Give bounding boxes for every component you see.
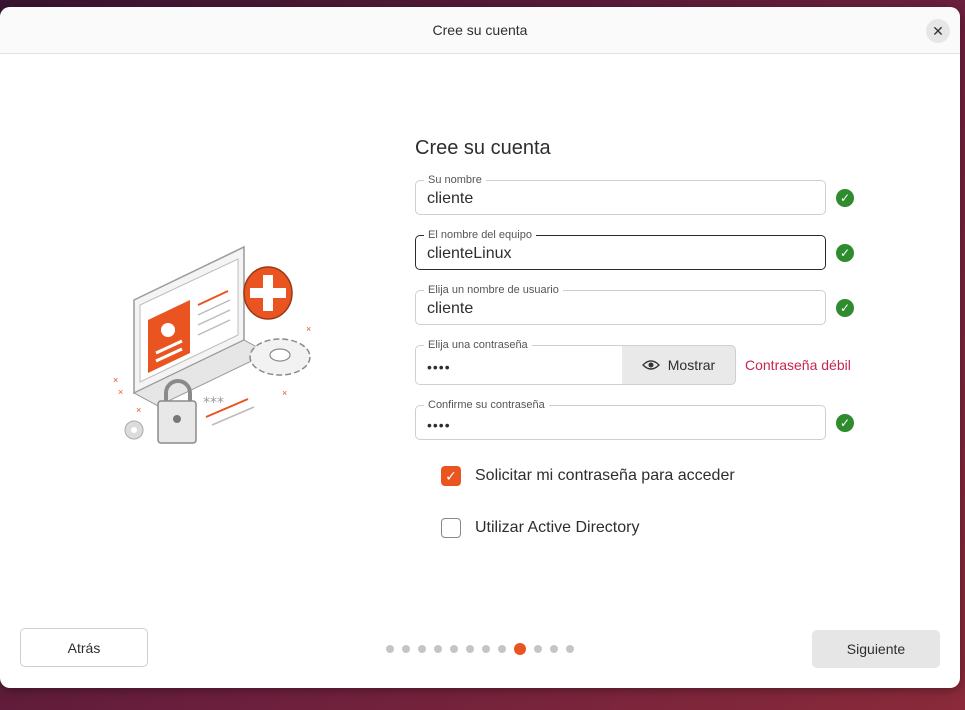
step-dot: [498, 645, 506, 653]
username-label: Elija un nombre de usuario: [424, 284, 563, 297]
show-password-button[interactable]: Mostrar: [622, 345, 736, 385]
step-dot: [418, 645, 426, 653]
show-password-label: Mostrar: [667, 357, 716, 373]
require-password-checkbox[interactable]: ✓: [441, 466, 461, 486]
eye-icon: [641, 360, 660, 370]
svg-text:×: ×: [306, 324, 311, 334]
step-dot: [386, 645, 394, 653]
require-password-label[interactable]: Solicitar mi contraseña para acceder: [475, 467, 735, 485]
form-heading: Cree su cuenta: [415, 137, 551, 159]
active-directory-label[interactable]: Utilizar Active Directory: [475, 519, 639, 537]
full-name-field[interactable]: Su nombre cliente: [415, 174, 826, 215]
step-dot: [402, 645, 410, 653]
step-dot: [514, 643, 526, 655]
step-dot: [434, 645, 442, 653]
password-value: ••••: [427, 359, 451, 375]
title-bar: Cree su cuenta ✕: [0, 7, 960, 54]
full-name-value: cliente: [427, 190, 474, 207]
password-label: Elija una contraseña: [424, 339, 532, 352]
confirm-password-label: Confirme su contraseña: [424, 399, 549, 412]
confirm-password-field[interactable]: Confirme su contraseña ••••: [415, 399, 826, 440]
confirm-password-value: ••••: [427, 417, 451, 433]
computer-name-field[interactable]: El nombre del equipo clienteLinux: [415, 229, 826, 270]
svg-text:***: ***: [203, 395, 224, 411]
step-indicator: [386, 643, 574, 655]
svg-text:×: ×: [136, 405, 141, 415]
computer-name-valid-icon: ✓: [836, 244, 854, 262]
close-button[interactable]: ✕: [926, 19, 950, 43]
step-dot: [550, 645, 558, 653]
password-strength: Contraseña débil: [745, 357, 851, 373]
svg-text:×: ×: [282, 388, 287, 398]
svg-text:×: ×: [118, 387, 123, 397]
step-dot: [482, 645, 490, 653]
computer-name-value: clienteLinux: [427, 245, 512, 262]
window-title: Cree su cuenta: [432, 22, 528, 38]
small-gear-icon: [124, 420, 144, 440]
close-icon: ✕: [932, 23, 944, 39]
username-value: cliente: [427, 300, 474, 317]
full-name-label: Su nombre: [424, 174, 486, 187]
next-button[interactable]: Siguiente: [812, 630, 940, 668]
monitor-icon: [132, 245, 270, 407]
installer-window: Cree su cuenta ✕ *** × × × × × Cree su c…: [0, 7, 960, 688]
step-dot: [566, 645, 574, 653]
username-valid-icon: ✓: [836, 299, 854, 317]
full-name-valid-icon: ✓: [836, 189, 854, 207]
plus-badge-icon: [243, 266, 293, 320]
account-illustration: *** × × × × ×: [113, 245, 311, 444]
gear-icon: [249, 338, 311, 376]
computer-name-label: El nombre del equipo: [424, 229, 536, 242]
confirm-password-valid-icon: ✓: [836, 414, 854, 432]
step-dot: [450, 645, 458, 653]
password-field[interactable]: Elija una contraseña ••••: [415, 339, 623, 385]
active-directory-checkbox[interactable]: [441, 518, 461, 538]
step-dot: [534, 645, 542, 653]
back-button[interactable]: Atrás: [20, 628, 148, 667]
username-field[interactable]: Elija un nombre de usuario cliente: [415, 284, 826, 325]
step-dot: [466, 645, 474, 653]
svg-text:×: ×: [113, 375, 118, 385]
